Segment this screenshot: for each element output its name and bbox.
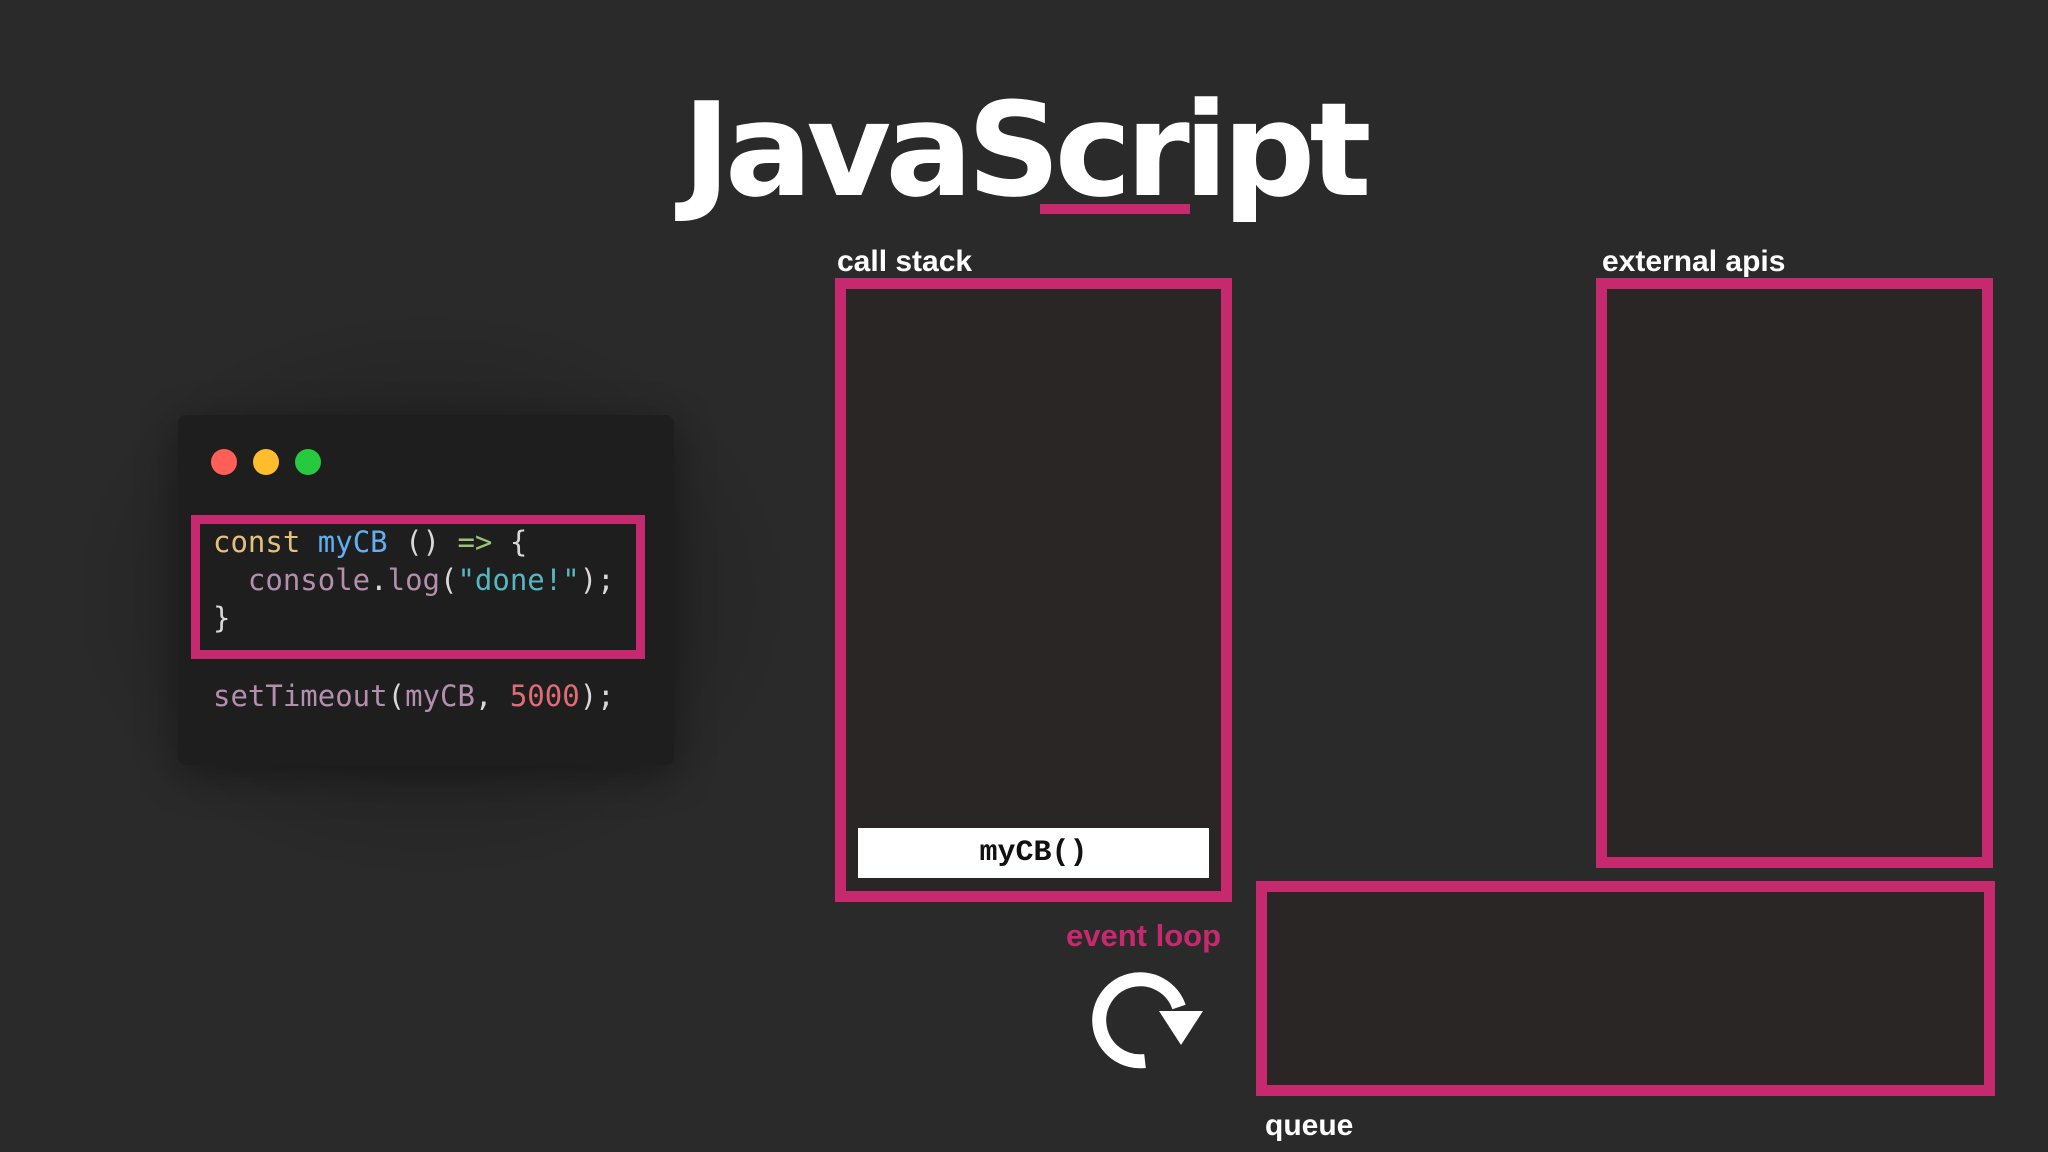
code-line: }	[213, 599, 230, 637]
close-dot-icon	[211, 449, 237, 475]
code-dot: .	[370, 563, 388, 597]
code-paren: );	[579, 563, 615, 597]
event-loop-label: event loop	[1066, 918, 1222, 953]
queue-box	[1256, 881, 1995, 1096]
title-underline	[1040, 204, 1190, 214]
code-line: const myCB () => {	[213, 523, 527, 561]
code-brace: {	[492, 525, 528, 559]
code-brace: }	[213, 601, 231, 635]
code-method: log	[387, 563, 440, 597]
minimize-dot-icon	[253, 449, 279, 475]
stack-frame: myCB()	[858, 828, 1209, 878]
code-arrow: =>	[457, 525, 493, 559]
code-object: console	[247, 563, 371, 597]
queue-label: queue	[1265, 1109, 1354, 1142]
external-apis-label: external apis	[1602, 245, 1786, 278]
code-number: 5000	[509, 679, 580, 713]
code-paren: (	[387, 679, 406, 713]
code-params: ()	[387, 525, 458, 559]
code-paren: );	[579, 679, 615, 713]
code-paren: (	[440, 563, 458, 597]
page-title: JavaScript	[682, 74, 1371, 226]
code-function-call: setTimeout	[213, 679, 388, 713]
call-stack-label: call stack	[837, 245, 973, 278]
code-argument: myCB	[405, 679, 475, 713]
rotate-clockwise-icon	[1092, 972, 1203, 1069]
call-stack-box	[835, 278, 1232, 902]
code-window: const myCB () => { console.log("done!");…	[178, 415, 674, 765]
code-comma: ,	[474, 679, 510, 713]
code-line: console.log("done!");	[213, 561, 615, 599]
maximize-dot-icon	[295, 449, 321, 475]
code-keyword: const	[213, 525, 301, 559]
code-string: "done!"	[457, 563, 580, 597]
code-line: setTimeout(myCB, 5000);	[213, 677, 615, 715]
code-function-name: myCB	[317, 525, 388, 559]
external-apis-box	[1596, 278, 1993, 868]
